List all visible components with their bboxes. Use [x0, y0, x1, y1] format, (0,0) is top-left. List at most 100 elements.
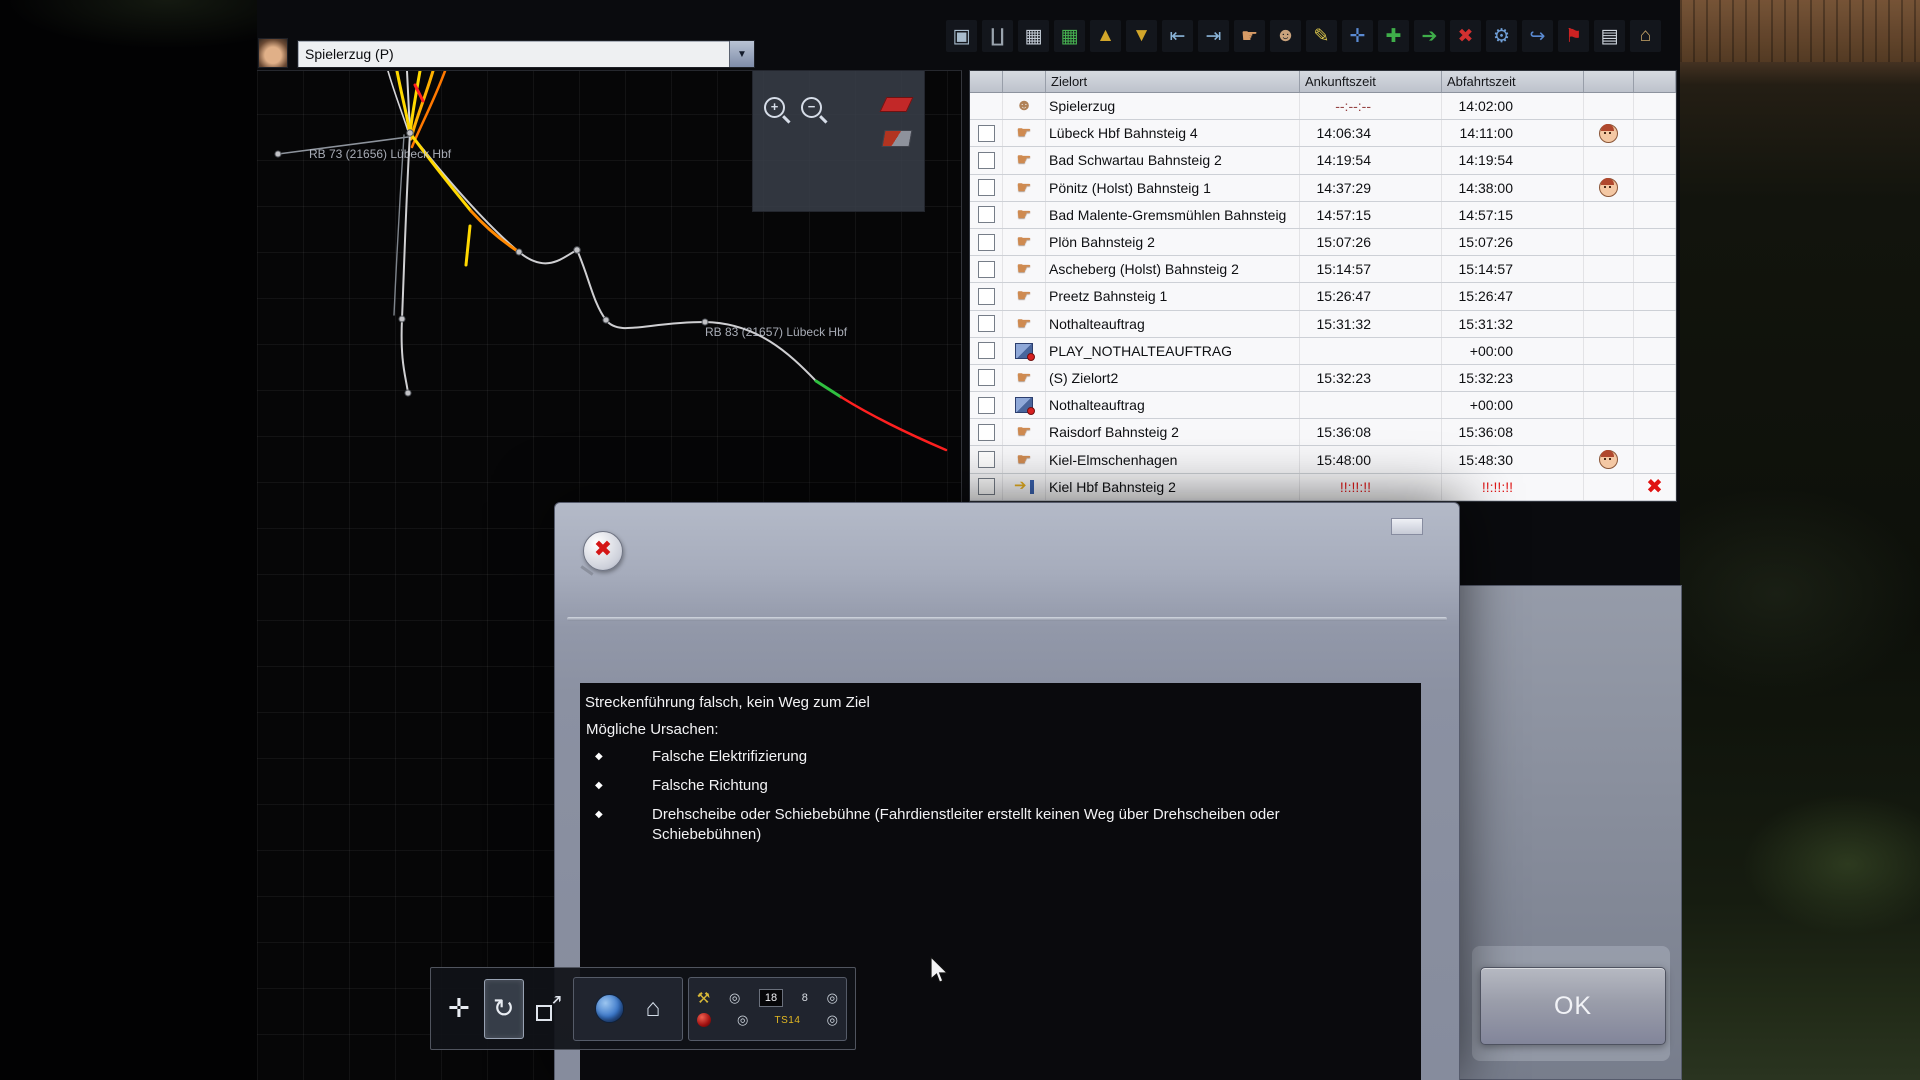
home-icon[interactable]: ⌂ [646, 994, 661, 1023]
col-ankunftszeit[interactable]: Ankunftszeit [1300, 71, 1442, 92]
passenger-icon: ☻ [1276, 25, 1296, 47]
table-row[interactable]: ☛ Bad Schwartau Bahnsteig 2 14:19:54 14:… [970, 147, 1676, 174]
value-badge: 18 [759, 989, 783, 1007]
ankunftszeit-cell: 15:31:32 [1300, 311, 1442, 337]
ankunftszeit-cell: 14:37:29 [1300, 175, 1442, 201]
save-icon[interactable]: ▣ [946, 20, 977, 52]
zoom-in-icon[interactable] [764, 97, 785, 118]
col-status-2[interactable] [1634, 71, 1676, 92]
table-row[interactable]: ☛ Lübeck Hbf Bahnsteig 4 14:06:34 14:11:… [970, 120, 1676, 147]
target-icon-1[interactable]: ◎ [729, 990, 740, 1006]
target-icon-2[interactable]: ◎ [827, 990, 838, 1006]
row-checkbox[interactable] [978, 397, 995, 414]
table-row[interactable]: Nothalteauftrag +00:00 [970, 392, 1676, 419]
row-checkbox[interactable] [978, 451, 995, 468]
row-type-icon [1015, 397, 1033, 413]
status-cell-2 [1634, 256, 1676, 282]
row-checkbox[interactable] [978, 369, 995, 386]
gradient-tool-icon[interactable] [882, 130, 913, 147]
target-icon-4[interactable]: ◎ [827, 1012, 838, 1028]
cause-text: Falsche Elektrifizierung [652, 747, 807, 767]
exit-icon[interactable]: ↪ [1522, 20, 1553, 52]
delete-icon[interactable]: ∐ [982, 20, 1013, 52]
row-checkbox[interactable] [978, 315, 995, 332]
flag-icon[interactable]: ⚑ [1558, 20, 1589, 52]
dialog-divider [567, 617, 1447, 621]
table-row[interactable]: ☛ Preetz Bahnsteig 1 15:26:47 15:26:47 [970, 283, 1676, 310]
passenger-icon[interactable]: ☻ [1270, 20, 1301, 52]
status-cell-2 [1634, 175, 1676, 201]
status-cell-2 [1634, 338, 1676, 364]
zielort-cell: Lübeck Hbf Bahnsteig 4 [1046, 120, 1300, 146]
row-type-icon: ☻ [1016, 97, 1033, 115]
table-row[interactable]: ☛ Plön Bahnsteig 2 15:07:26 15:07:26 [970, 229, 1676, 256]
signal-ball-icon[interactable] [697, 1013, 711, 1027]
abfahrtszeit-cell: 15:36:08 [1442, 419, 1584, 445]
col-status-1[interactable] [1584, 71, 1634, 92]
row-checkbox[interactable] [978, 478, 995, 495]
table-row[interactable]: ☛ Ascheberg (Holst) Bahnsteig 2 15:14:57… [970, 256, 1676, 283]
abfahrtszeit-cell: 15:48:30 [1442, 446, 1584, 472]
depot-icon[interactable]: ⌂ [1630, 20, 1661, 52]
row-checkbox[interactable] [978, 342, 995, 359]
col-select[interactable] [970, 71, 1003, 92]
col-abfahrtszeit[interactable]: Abfahrtszeit [1442, 71, 1584, 92]
route-error-icon: ✖ [1646, 474, 1663, 499]
move-tool-icon[interactable]: ✛ [439, 979, 479, 1039]
target-icon-3[interactable]: ◎ [737, 1012, 748, 1028]
table-row[interactable]: Kiel Hbf Bahnsteig 2 !!:!!:!! !!:!!:!! ✖ [970, 474, 1676, 501]
add-stop-icon[interactable]: ✚ [1378, 20, 1409, 52]
table-row[interactable]: ☛ Nothalteauftrag 15:31:32 15:31:32 [970, 311, 1676, 338]
table-row[interactable]: ☛ Kiel-Elmschenhagen 15:48:00 15:48:30 [970, 446, 1676, 473]
table-row[interactable]: ☛ (S) Zielort2 15:32:23 15:32:23 [970, 365, 1676, 392]
row-checkbox[interactable] [978, 288, 995, 305]
row-checkbox[interactable] [978, 234, 995, 251]
row-checkbox[interactable] [978, 206, 995, 223]
dialog-window-control[interactable] [1391, 518, 1423, 535]
row-checkbox[interactable] [978, 179, 995, 196]
table-row[interactable]: ☛ Raisdorf Bahnsteig 2 15:36:08 15:36:08 [970, 419, 1676, 446]
train-route-label-2: RB 83 (21657) Lübeck Hbf [705, 325, 847, 339]
rotate-tool-icon[interactable]: ↻ [484, 979, 524, 1039]
abfahrtszeit-cell: 14:02:00 [1442, 93, 1584, 119]
ruler-icon[interactable]: ▤ [1594, 20, 1625, 52]
goto-icon: ➔ [1422, 25, 1438, 48]
grid-active-icon: ▦ [1061, 25, 1079, 48]
row-checkbox[interactable] [978, 261, 995, 278]
status-cell-1 [1584, 202, 1634, 228]
table-row[interactable]: PLAY_NOTHALTEAUFTRAG +00:00 [970, 338, 1676, 365]
ramp-tool-icon[interactable] [880, 97, 914, 112]
ok-button[interactable]: OK [1480, 967, 1666, 1045]
status-cell-1 [1584, 311, 1634, 337]
train-selector-dropdown[interactable]: Spielerzug (P) [297, 40, 755, 68]
grid-icon[interactable]: ▦ [1018, 20, 1049, 52]
grid-active-icon[interactable]: ▦ [1054, 20, 1085, 52]
cause-text: Drehscheibe oder Schiebebühne (Fahrdiens… [652, 805, 1342, 845]
row-checkbox[interactable] [978, 152, 995, 169]
delete-stop-icon[interactable]: ✖ [1450, 20, 1481, 52]
tools-icon[interactable]: ⚒ [697, 989, 710, 1007]
window-move-icon[interactable] [529, 979, 569, 1039]
row-checkbox[interactable] [978, 125, 995, 142]
table-row[interactable]: ☛ Pönitz (Holst) Bahnsteig 1 14:37:29 14… [970, 175, 1676, 202]
edit-schedule-icon[interactable]: ✎ [1306, 20, 1337, 52]
table-settings-icon[interactable]: ⚙ [1486, 20, 1517, 52]
zoom-out-icon[interactable] [801, 97, 822, 118]
col-type[interactable] [1003, 71, 1046, 92]
table-row[interactable]: ☻ Spielerzug --:--:-- 14:02:00 [970, 93, 1676, 120]
zielort-cell: Preetz Bahnsteig 1 [1046, 283, 1300, 309]
status-cell-2 [1634, 93, 1676, 119]
dropdown-arrow-icon[interactable] [729, 41, 754, 67]
goto-icon[interactable]: ➔ [1414, 20, 1445, 52]
move-up-icon[interactable]: ▲ [1090, 20, 1121, 52]
table-row[interactable]: ☛ Bad Malente-Gremsmühlen Bahnsteig 14:5… [970, 202, 1676, 229]
move-down-icon[interactable]: ▼ [1126, 20, 1157, 52]
insert-before-icon[interactable]: ⇤ [1162, 20, 1193, 52]
globe-icon[interactable] [595, 994, 624, 1023]
status-cell-2 [1634, 147, 1676, 173]
col-zielort[interactable]: Zielort [1046, 71, 1300, 92]
hand-icon[interactable]: ☛ [1234, 20, 1265, 52]
row-checkbox[interactable] [978, 424, 995, 441]
insert-after-icon[interactable]: ⇥ [1198, 20, 1229, 52]
crossing-icon[interactable]: ✛ [1342, 20, 1373, 52]
